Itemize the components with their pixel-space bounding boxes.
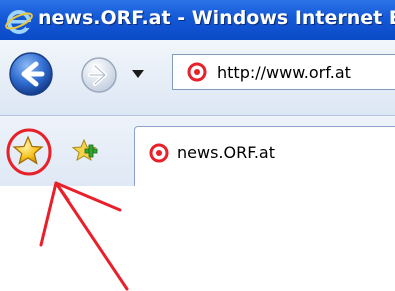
add-to-favorites-icon[interactable] (71, 138, 99, 164)
internet-explorer-logo-icon (5, 10, 33, 34)
orf-target-icon (187, 62, 207, 82)
address-bar[interactable]: http://www.orf.at (172, 54, 395, 90)
window-title: news.ORF.at - Windows Internet Explorer (38, 7, 395, 29)
favorites-star-icon[interactable] (11, 134, 45, 168)
window-title-bar: news.ORF.at - Windows Internet Explorer (0, 0, 395, 40)
dropdown-arrow-icon[interactable] (132, 70, 144, 79)
tab-label: news.ORF.at (177, 143, 275, 162)
forward-arrow-icon[interactable] (80, 56, 118, 94)
address-url[interactable]: http://www.orf.at (217, 63, 351, 82)
favorites-bar: news.ORF.at (0, 116, 395, 186)
annotation-arrow (39, 181, 129, 291)
tab-news-orf[interactable]: news.ORF.at (134, 126, 395, 186)
navigation-bar: http://www.orf.at (0, 40, 395, 116)
back-arrow-icon[interactable] (8, 51, 54, 97)
orf-target-icon (149, 143, 169, 163)
